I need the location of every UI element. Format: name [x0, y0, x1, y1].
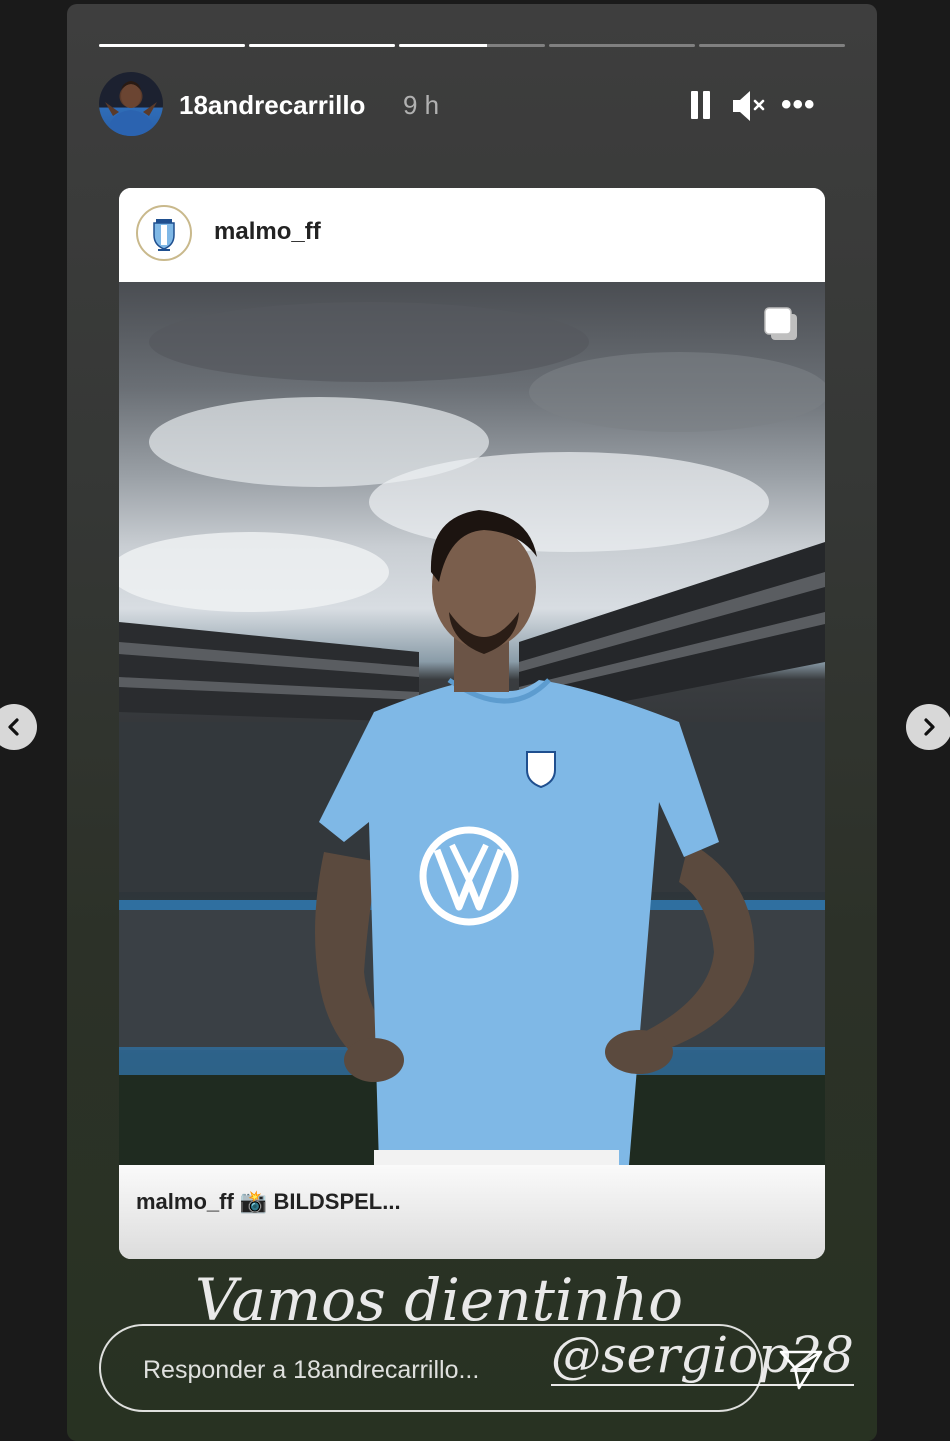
post-header: malmo_ff — [119, 188, 825, 282]
story-viewer[interactable]: 18andrecarrillo 9 h ••• malmo_ff malmo_f… — [67, 4, 877, 1441]
chevron-left-icon — [8, 718, 19, 736]
user-avatar[interactable] — [99, 72, 163, 136]
carousel-icon — [764, 307, 797, 340]
pause-icon[interactable] — [689, 88, 713, 122]
username[interactable]: 18andrecarrillo — [179, 90, 365, 121]
footer-username: malmo_ff — [136, 1189, 234, 1214]
footer-caption: BILDSPEL... — [273, 1189, 401, 1214]
reply-placeholder: Responder a 18andrecarrillo... — [143, 1356, 480, 1384]
next-story-button[interactable] — [906, 704, 950, 750]
story-progress — [99, 44, 845, 47]
more-icon[interactable]: ••• — [781, 88, 827, 122]
shared-post-card[interactable]: malmo_ff malmo_ff 📸 BILDSPEL... — [119, 188, 825, 1259]
post-caption-preview: malmo_ff 📸 BILDSPEL... — [136, 1189, 401, 1215]
chevron-right-icon — [924, 718, 935, 736]
progress-segment — [99, 44, 245, 47]
previous-story-button[interactable] — [0, 704, 37, 750]
club-logo[interactable] — [136, 205, 192, 261]
post-footer[interactable]: malmo_ff 📸 BILDSPEL... — [119, 1165, 825, 1259]
mute-icon[interactable] — [731, 88, 767, 124]
post-account-name[interactable]: malmo_ff — [214, 218, 321, 246]
camera-flash-icon: 📸 — [239, 1189, 268, 1214]
progress-segment — [249, 44, 395, 47]
post-time: 9 h — [403, 90, 440, 120]
progress-segment — [699, 44, 845, 47]
reply-input[interactable]: Responder a 18andrecarrillo... — [99, 1324, 763, 1412]
send-icon[interactable] — [777, 1344, 825, 1392]
post-photo[interactable] — [119, 282, 825, 1165]
progress-segment — [549, 44, 695, 47]
progress-segment — [399, 44, 545, 47]
